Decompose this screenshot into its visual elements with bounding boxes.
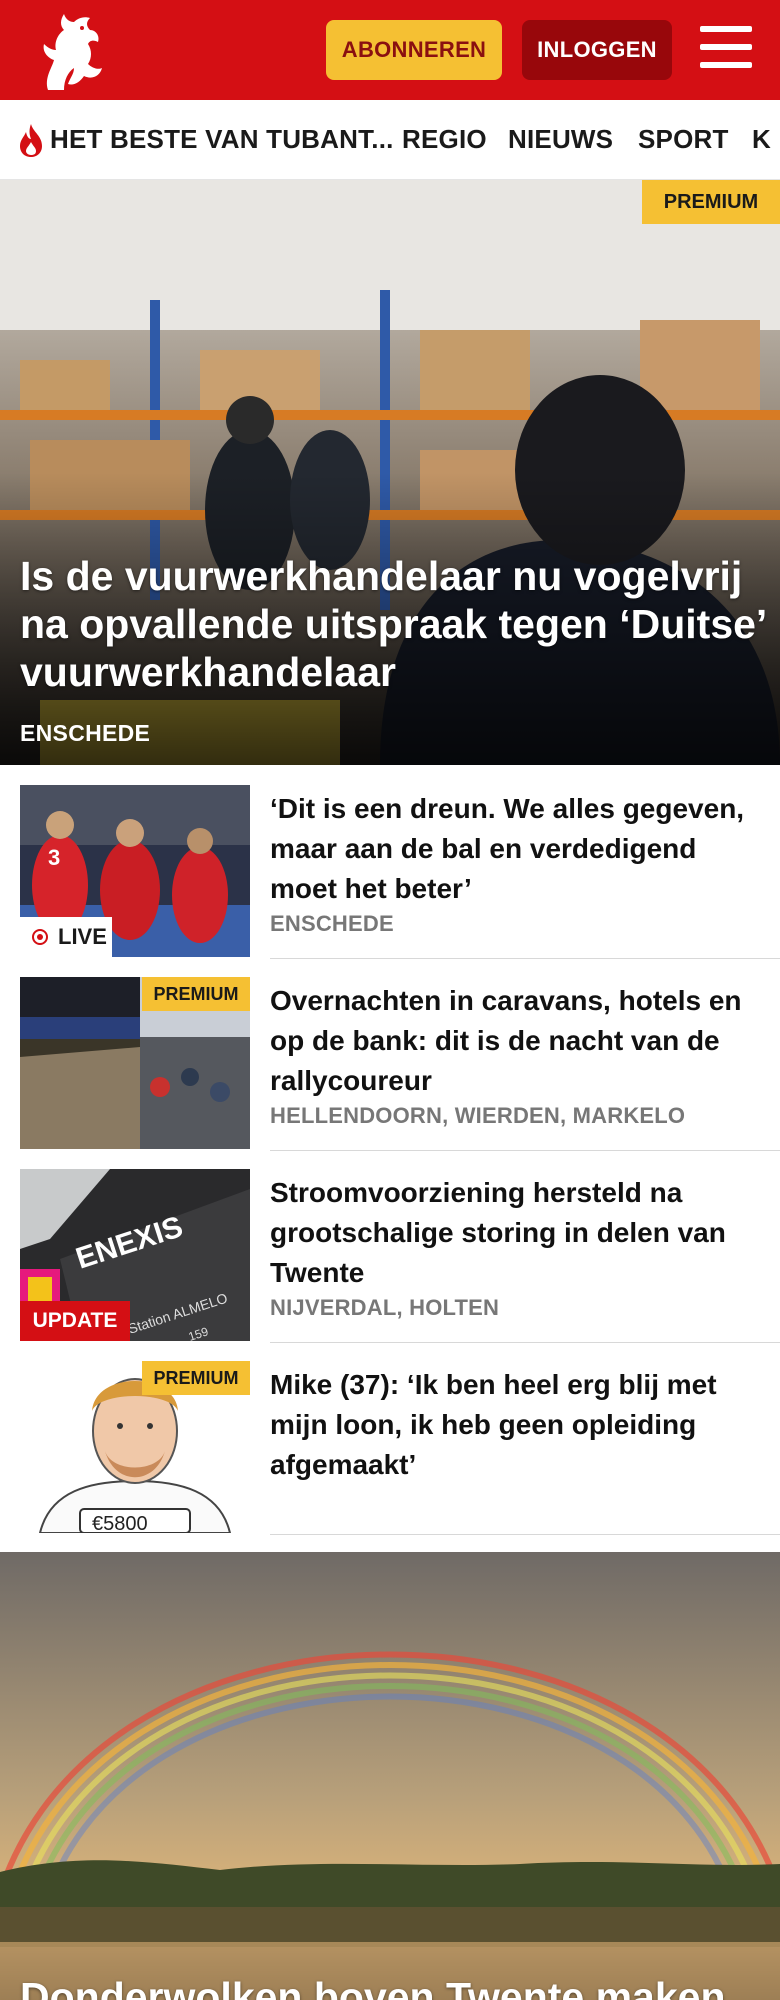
hero-article[interactable]: PREMIUM Is de vuurwerkhandelaar nu vogel… xyxy=(0,180,780,765)
nav-item-regio[interactable]: REGIO xyxy=(402,124,487,155)
live-dot-icon xyxy=(32,929,48,945)
divider xyxy=(270,1150,780,1151)
svg-text:3: 3 xyxy=(48,845,60,870)
svg-text:€5800: €5800 xyxy=(92,1513,148,1533)
nav-item-sport[interactable]: SPORT xyxy=(638,124,729,155)
flame-icon xyxy=(20,124,42,157)
horse-logo-icon[interactable] xyxy=(34,8,106,92)
subscribe-button[interactable]: ABONNEREN xyxy=(326,20,502,80)
premium-badge: PREMIUM xyxy=(142,977,250,1011)
article-title[interactable]: Stroomvoorziening hersteld na grootschal… xyxy=(270,1173,760,1293)
article-thumbnail: PREMIUM xyxy=(20,977,250,1149)
divider xyxy=(270,1342,780,1343)
article-location: HELLENDOORN, WIERDEN, MARKELO xyxy=(270,1103,686,1128)
article-location: ENSCHEDE xyxy=(270,911,394,936)
list-item[interactable]: ENEXIS Station ALMELO 159 UPDATE Stroomv… xyxy=(20,1169,780,1343)
article-title[interactable]: Overnachten in caravans, hotels en op de… xyxy=(270,981,760,1101)
menu-icon[interactable] xyxy=(700,26,752,72)
list-item[interactable]: PREMIUM Overnachten in caravans, hotels … xyxy=(20,977,780,1151)
hero-location: ENSCHEDE xyxy=(20,720,151,746)
list-item[interactable]: €5800 PREMIUM Mike (37): ‘Ik ben heel er… xyxy=(20,1361,780,1535)
featured-title[interactable]: Donderwolken boven Twente maken xyxy=(20,1974,726,2000)
divider xyxy=(270,958,780,959)
list-item[interactable]: 3 LIVE ‘Dit is een dreun. We alles gegev… xyxy=(20,785,780,959)
live-badge-label: LIVE xyxy=(58,924,107,949)
article-thumbnail: €5800 PREMIUM xyxy=(20,1361,250,1533)
nav-item-nieuws[interactable]: NIEUWS xyxy=(508,124,613,155)
featured-article[interactable]: Donderwolken boven Twente maken xyxy=(0,1552,780,2000)
rainbow-image xyxy=(0,1552,780,2000)
section-nav: HET BESTE VAN TUBANT... REGIO NIEUWS SPO… xyxy=(0,100,780,180)
premium-badge: PREMIUM xyxy=(642,180,780,224)
article-location: NIJVERDAL, HOLTEN xyxy=(270,1295,500,1320)
premium-badge: PREMIUM xyxy=(142,1361,250,1395)
hero-title[interactable]: Is de vuurwerkhandelaar nu vogelvrij na … xyxy=(20,552,770,696)
live-badge: LIVE xyxy=(20,917,112,957)
nav-item-best-of[interactable]: HET BESTE VAN TUBANT... xyxy=(50,124,394,155)
article-thumbnail: 3 LIVE xyxy=(20,785,250,957)
article-title[interactable]: ‘Dit is een dreun. We alles gegeven, maa… xyxy=(270,789,760,909)
update-badge: UPDATE xyxy=(20,1301,130,1341)
article-thumbnail: ENEXIS Station ALMELO 159 UPDATE xyxy=(20,1169,250,1341)
nav-item-next[interactable]: K xyxy=(752,124,771,155)
login-button[interactable]: INLOGGEN xyxy=(522,20,672,80)
top-bar: ABONNEREN INLOGGEN xyxy=(0,0,780,100)
article-title[interactable]: Mike (37): ‘Ik ben heel erg blij met mij… xyxy=(270,1365,760,1485)
divider xyxy=(270,1534,780,1535)
